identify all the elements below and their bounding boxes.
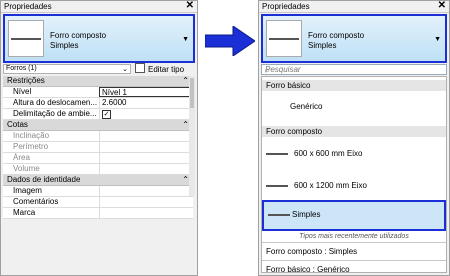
properties-panel-right: Propriedades ✕ Forro composto Simples ▼ … <box>258 0 450 276</box>
property-row-imagem[interactable]: Imagem <box>3 186 193 197</box>
recent-item[interactable]: Forro básico : Genérico <box>266 265 350 272</box>
type-item-generico[interactable]: Genérico <box>290 102 446 111</box>
edit-type-icon <box>135 63 145 73</box>
type-name: Simples <box>308 41 337 50</box>
room-bounding-checkbox[interactable]: ✓ <box>102 110 111 119</box>
property-name: Volume <box>13 164 40 173</box>
type-dropdown-list[interactable]: Forro básico Genérico Forro composto 600… <box>261 76 447 273</box>
group-header-forro-basico: Forro básico <box>262 80 446 91</box>
property-name: Delimitação de ambie... <box>13 109 97 118</box>
properties-grid: Restrições ⌃ Nível Nível 1 Altura do des… <box>3 76 193 219</box>
type-item-label: Genérico <box>290 102 323 111</box>
property-value <box>99 153 193 163</box>
dropdown-arrow-icon[interactable]: ▼ <box>182 36 189 43</box>
property-value[interactable] <box>99 208 193 218</box>
type-preview-icon <box>8 20 44 57</box>
type-item-label: 600 x 1200 mm Eixo <box>294 181 367 190</box>
property-value <box>99 164 193 174</box>
collapse-icon[interactable]: ⌃ <box>182 120 189 129</box>
property-row-volume: Volume <box>3 164 193 175</box>
property-value[interactable] <box>99 186 193 196</box>
type-item-simples-selected[interactable]: Simples <box>262 200 446 231</box>
panel-title: Propriedades <box>4 2 52 11</box>
offset-field[interactable]: 2.6000 <box>99 98 193 108</box>
edit-type-button[interactable]: Editar tipo <box>135 63 184 74</box>
filter-label: Forros (1) <box>6 65 37 72</box>
property-name: Marca <box>13 208 36 217</box>
property-row-marca[interactable]: Marca <box>3 208 193 219</box>
property-value[interactable] <box>99 197 193 207</box>
recent-item[interactable]: Forro composto : Simples <box>266 247 357 256</box>
instance-filter-dropdown[interactable]: Forros (1) ⌄ <box>3 64 131 74</box>
scrollbar-thumb[interactable] <box>190 78 194 108</box>
property-name: Nível <box>13 87 32 96</box>
type-line-icon <box>266 185 288 187</box>
property-name: Inclinação <box>13 131 50 140</box>
property-row-area: Área <box>3 153 193 164</box>
type-name: Simples <box>50 41 79 50</box>
search-input[interactable]: Pesquisar ⌕ <box>261 64 447 75</box>
section-cotas[interactable]: Cotas ⌃ <box>3 120 193 131</box>
type-item-600x1200[interactable]: 600 x 1200 mm Eixo <box>262 181 446 193</box>
type-item-label: 600 x 600 mm Eixo <box>294 149 363 158</box>
group-header-forro-composto: Forro composto <box>262 126 446 137</box>
type-line-icon <box>266 153 288 155</box>
property-row-delimitacao[interactable]: Delimitação de ambie... ✓ <box>3 109 193 120</box>
properties-panel-left: Propriedades ✕ Forro composto Simples ▼ … <box>0 0 198 276</box>
collapse-icon[interactable]: ⌃ <box>182 76 189 85</box>
group-header-label: Forro básico <box>266 81 311 90</box>
type-selector[interactable]: Forro composto Simples ▼ <box>261 14 447 63</box>
panel-title-bar: Propriedades ✕ <box>259 0 449 13</box>
section-restricoes[interactable]: Restrições ⌃ <box>3 76 193 87</box>
type-selector[interactable]: Forro composto Simples ▼ <box>3 14 195 63</box>
close-icon[interactable]: ✕ <box>186 0 194 11</box>
panel-title-bar: Propriedades ✕ <box>1 0 197 13</box>
property-name: Área <box>13 153 30 162</box>
type-family: Forro composto <box>50 31 107 40</box>
edit-type-label: Editar tipo <box>148 65 185 74</box>
divider <box>262 260 446 261</box>
collapse-icon[interactable]: ⌃ <box>182 175 189 184</box>
close-icon[interactable]: ✕ <box>438 0 446 11</box>
type-item-600x600[interactable]: 600 x 600 mm Eixo <box>262 149 446 161</box>
property-row-perimetro: Perímetro <box>3 142 193 153</box>
property-value <box>99 142 193 152</box>
property-row-inclinacao: Inclinação <box>3 131 193 142</box>
type-preview-icon <box>266 20 302 57</box>
search-icon: ⌕ <box>265 66 270 75</box>
level-field[interactable]: Nível 1 <box>99 87 193 97</box>
section-dados-identidade[interactable]: Dados de identidade ⌃ <box>3 175 193 186</box>
room-bounding-cell: ✓ <box>99 109 193 119</box>
dropdown-arrow-icon[interactable]: ▼ <box>434 36 441 43</box>
property-row-comentarios[interactable]: Comentários <box>3 197 193 208</box>
panel-title: Propriedades <box>262 2 310 11</box>
arrow-right-icon <box>205 26 255 56</box>
section-label: Dados de identidade <box>7 175 81 184</box>
property-name: Perímetro <box>13 142 49 151</box>
section-label: Cotas <box>7 120 28 129</box>
type-item-label: Simples <box>292 210 321 219</box>
property-value <box>99 131 193 141</box>
property-name: Imagem <box>13 186 42 195</box>
divider <box>262 242 446 243</box>
type-family: Forro composto <box>308 31 365 40</box>
chevron-down-icon: ⌄ <box>122 66 128 73</box>
scrollbar[interactable] <box>189 76 195 196</box>
property-row-altura[interactable]: Altura do deslocamen... 2.6000 <box>3 98 193 109</box>
property-name: Altura do deslocamen... <box>13 98 97 107</box>
type-line-icon <box>268 214 290 216</box>
group-header-label: Forro composto <box>266 127 323 136</box>
property-row-nivel[interactable]: Nível Nível 1 <box>3 87 193 98</box>
property-name: Comentários <box>13 197 59 206</box>
recent-types-label: Tipos mais recentemente utilizados <box>299 233 409 240</box>
section-label: Restrições <box>7 76 45 85</box>
